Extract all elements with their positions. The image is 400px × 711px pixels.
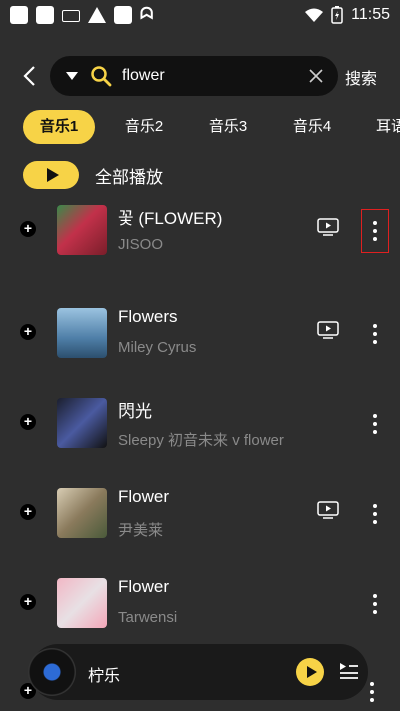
search-bar: flower 搜索 (0, 54, 400, 98)
song-row[interactable]: + 꽃 (FLOWER) JISOO (0, 190, 400, 270)
album-cover (57, 578, 107, 628)
add-icon[interactable]: + (20, 414, 36, 430)
more-options-icon[interactable] (362, 583, 388, 625)
play-button[interactable] (296, 658, 324, 686)
mini-player[interactable]: 柠乐 (28, 644, 368, 700)
song-row[interactable]: + 閃光 Sleepy 初音未来 v flower (0, 383, 400, 463)
search-field[interactable]: flower (50, 56, 338, 96)
song-title: Flowers (118, 307, 178, 326)
add-icon[interactable]: + (20, 594, 36, 610)
playlist-icon[interactable] (338, 660, 360, 682)
play-all-label[interactable]: 全部播放 (95, 163, 163, 188)
app-notification-icon: ᗣ (140, 6, 154, 23)
song-artist: JISOO (118, 236, 164, 253)
mv-icon[interactable] (317, 321, 339, 339)
album-cover (57, 398, 107, 448)
album-cover (57, 205, 107, 255)
song-title: Flower (118, 577, 170, 596)
album-cover (57, 308, 107, 358)
play-icon (46, 168, 59, 182)
notification-icon (114, 6, 132, 24)
tab-music4[interactable]: 音乐4 (276, 110, 348, 144)
song-row[interactable]: + Flower 尹美莱 (0, 473, 400, 553)
wifi-icon (305, 8, 324, 22)
add-icon[interactable]: + (20, 221, 36, 237)
song-artist: Tarwensi (118, 609, 178, 626)
add-icon[interactable]: + (20, 324, 36, 340)
more-options-icon[interactable] (361, 209, 389, 253)
status-bar: ᗣ 11:55 (0, 0, 400, 30)
source-tabs: 音乐1 音乐2 音乐3 音乐4 耳语 (0, 110, 400, 146)
play-all-button[interactable] (23, 161, 79, 189)
keyboard-icon (62, 10, 80, 22)
source-dropdown-icon[interactable] (66, 72, 78, 80)
song-artist: Miley Cyrus (118, 339, 197, 356)
more-options-icon[interactable] (362, 313, 388, 355)
search-input[interactable]: flower (122, 67, 306, 85)
search-button[interactable]: 搜索 (345, 65, 377, 89)
tab-music3[interactable]: 音乐3 (192, 110, 264, 144)
clear-icon[interactable] (306, 66, 326, 86)
album-cover (57, 488, 107, 538)
battery-icon (331, 6, 343, 24)
song-artist: Sleepy 初音未来 v flower (118, 432, 284, 449)
more-options-icon[interactable] (362, 403, 388, 445)
play-icon (306, 666, 317, 678)
play-all-row[interactable]: 全部播放 (23, 160, 163, 190)
back-arrow-icon[interactable] (18, 63, 44, 89)
warning-icon (88, 7, 106, 23)
more-options-icon[interactable] (370, 682, 374, 702)
tab-whisper[interactable]: 耳语 (362, 110, 400, 144)
mv-icon[interactable] (317, 501, 339, 519)
song-row[interactable]: + Flower Tarwensi (0, 563, 400, 643)
song-title: Flower (118, 487, 170, 506)
song-title: 꽃 (FLOWER) (118, 209, 223, 228)
notification-icon (36, 6, 54, 24)
song-row[interactable]: + Flowers Miley Cyrus (0, 293, 400, 373)
search-icon (91, 66, 112, 87)
now-playing-title: 柠乐 (88, 668, 121, 685)
mv-icon[interactable] (317, 218, 339, 236)
song-artist: 尹美莱 (118, 522, 164, 539)
add-icon[interactable]: + (20, 504, 36, 520)
tab-music2[interactable]: 音乐2 (108, 110, 180, 144)
album-disc (28, 648, 76, 696)
song-title: 閃光 (118, 402, 152, 421)
more-options-icon[interactable] (362, 493, 388, 535)
notification-icon (10, 6, 28, 24)
tab-music1[interactable]: 音乐1 (23, 110, 95, 144)
status-time: 11:55 (351, 6, 390, 23)
